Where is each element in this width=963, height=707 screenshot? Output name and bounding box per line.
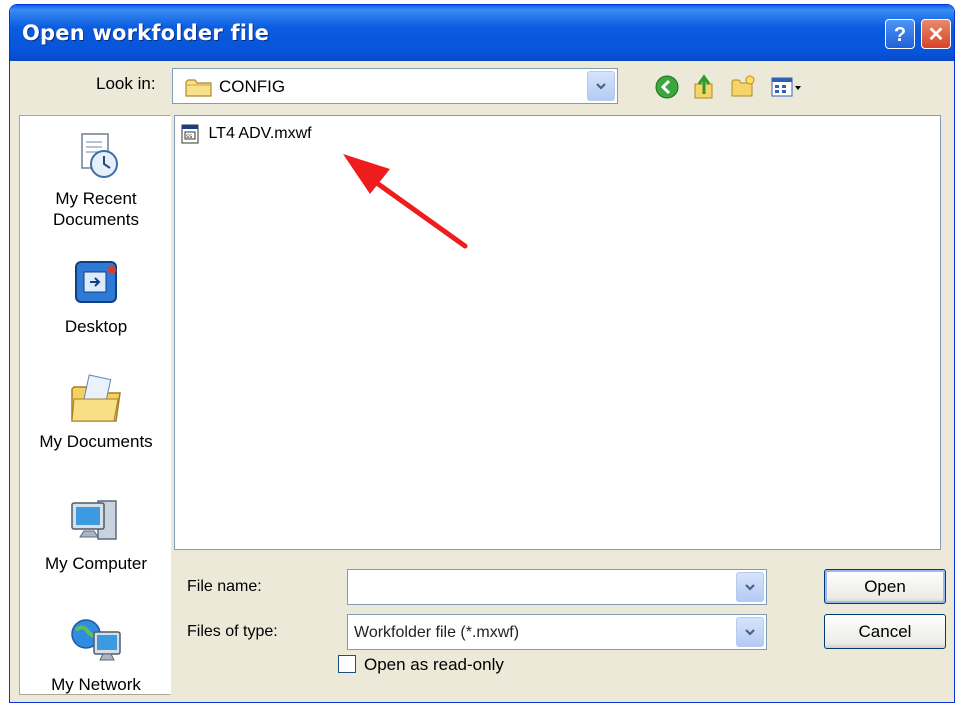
folder-icon <box>185 79 212 97</box>
views-menu-icon[interactable] <box>770 74 806 100</box>
place-desktop[interactable]: Desktop <box>20 256 172 337</box>
svg-text:ss: ss <box>186 133 192 140</box>
look-in-label: Look in: <box>96 74 156 93</box>
places-bar: My Recent Documents Desktop My Documents… <box>19 115 171 695</box>
place-label: My Network <box>51 675 141 694</box>
file-list[interactable]: ss LT4 ADV.mxwf <box>174 115 941 550</box>
help-button[interactable]: ? <box>885 19 915 49</box>
place-my-network[interactable]: My Network <box>20 614 172 695</box>
workfolder-file-icon: ss <box>181 124 199 144</box>
back-icon[interactable] <box>654 74 680 100</box>
look-in-value: CONFIG <box>219 77 286 96</box>
file-name-input[interactable] <box>347 569 767 605</box>
file-type-label: Files of type: <box>187 623 278 640</box>
chevron-down-icon[interactable] <box>736 617 764 647</box>
title-bar[interactable]: Open workfolder file ? ✕ <box>10 5 954 61</box>
file-name: LT4 ADV.mxwf <box>208 125 312 143</box>
chevron-down-icon[interactable] <box>736 572 764 602</box>
place-label: My Documents <box>39 432 153 451</box>
read-only-checkbox[interactable] <box>338 655 356 673</box>
file-type-value: Workfolder file (*.mxwf) <box>354 624 520 641</box>
read-only-label[interactable]: Open as read-only <box>364 655 504 675</box>
list-item[interactable]: ss LT4 ADV.mxwf <box>180 124 312 144</box>
open-button[interactable]: Open <box>824 569 946 604</box>
chevron-down-icon[interactable] <box>587 71 615 101</box>
file-name-label: File name: <box>187 578 262 595</box>
recent-documents-icon <box>81 133 118 178</box>
look-in-dropdown[interactable]: CONFIG <box>172 68 618 104</box>
annotation-arrow-icon <box>343 154 468 249</box>
window-title: Open workfolder file <box>22 21 270 45</box>
my-documents-icon <box>71 374 121 422</box>
my-network-icon <box>71 619 121 661</box>
file-type-select[interactable]: Workfolder file (*.mxwf) <box>347 614 767 650</box>
cancel-button[interactable]: Cancel <box>824 614 946 649</box>
desktop-icon <box>75 261 117 303</box>
new-folder-icon[interactable] <box>730 74 756 100</box>
close-button[interactable]: ✕ <box>921 19 951 49</box>
place-my-computer[interactable]: My Computer <box>20 493 172 574</box>
place-label: Desktop <box>64 317 128 336</box>
place-my-documents[interactable]: My Documents <box>20 371 172 452</box>
place-label: My Computer <box>44 554 148 573</box>
place-recent-documents[interactable]: My Recent Documents <box>20 128 172 230</box>
place-label: My Recent Documents <box>53 189 139 229</box>
my-computer-icon <box>71 500 117 540</box>
up-folder-icon[interactable] <box>692 74 718 100</box>
